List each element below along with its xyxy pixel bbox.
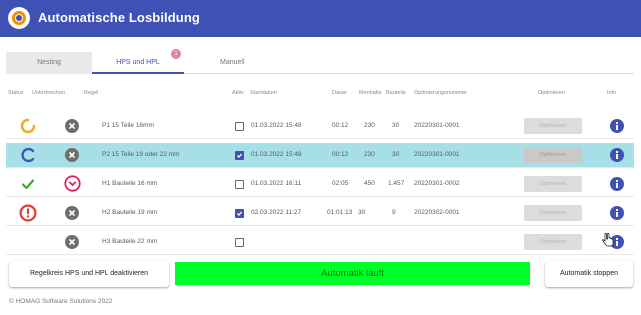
column-header-count1: Menhalte	[359, 90, 382, 96]
count-2: 30	[392, 122, 400, 129]
optimization-number: 20220302-0001	[414, 209, 460, 216]
table-row[interactable]: H2 Bauteile 19 mm 02.03.2022 11:27 01:01…	[6, 201, 634, 226]
info-icon[interactable]	[609, 176, 625, 192]
column-header-interrupt: Unterbrechen	[32, 90, 66, 96]
table-row[interactable]: H3 Bauteile 22 mm Optimieren	[6, 230, 634, 255]
check-icon	[236, 211, 243, 216]
error-icon	[19, 204, 37, 222]
column-header-opt-number: Optimierungsnummer	[414, 90, 467, 96]
active-checkbox[interactable]	[235, 238, 244, 247]
start-date: 01.03.2022 15:48	[251, 151, 302, 158]
duration: 02:05	[332, 180, 349, 187]
hand-cursor-icon	[602, 233, 614, 247]
start-date: 01.03.2022 16:11	[251, 180, 302, 187]
deactivate-rule-button[interactable]: Regelkreis HPS und HPL deaktivieren	[9, 261, 169, 287]
active-checkbox[interactable]	[235, 151, 244, 160]
duration: 00:12	[332, 151, 349, 158]
rule-name: P1 15 Teile 16mm	[102, 122, 154, 129]
optimization-number: 20220301-0001	[414, 151, 460, 158]
column-header-active: Aktiv	[232, 90, 244, 96]
info-icon[interactable]	[609, 147, 625, 163]
app-logo-icon	[8, 7, 30, 29]
check-icon	[236, 153, 243, 158]
rule-name: P2 15 Teile 19 oder 22 mm	[102, 151, 180, 158]
close-circle-icon[interactable]	[64, 205, 80, 221]
close-circle-icon[interactable]	[64, 147, 80, 163]
column-header-start: Startdatum	[250, 90, 277, 96]
duration: 01:01:13	[327, 209, 353, 216]
optimize-button[interactable]: Optimieren	[524, 234, 582, 250]
table-row[interactable]: P1 15 Teile 16mm 01.03.2022 15:48 00:12 …	[6, 114, 634, 139]
count-1: 30	[358, 209, 366, 216]
rule-name: H3 Bauteile 22 mm	[102, 238, 158, 245]
spinner-orange-icon	[20, 118, 36, 134]
start-date: 02.03.2022 11:27	[251, 209, 302, 216]
tab-nesting[interactable]: Nesting	[6, 52, 92, 74]
optimize-button[interactable]: Optimieren	[524, 176, 582, 192]
optimize-button[interactable]: Optimieren	[524, 147, 582, 163]
optimization-number: 20220301-0002	[414, 180, 460, 187]
duration: 00:12	[332, 122, 349, 129]
stop-automation-button[interactable]: Automatik stoppen	[545, 261, 633, 287]
tab-bar: Nesting HPS und HPL Manuell	[6, 52, 634, 74]
tab-manuell[interactable]: Manuell	[184, 52, 276, 74]
spinner-blue-icon	[21, 147, 35, 163]
notification-badge: 1	[171, 49, 181, 59]
close-circle-icon[interactable]	[64, 118, 80, 134]
optimize-button[interactable]: Optimieren	[524, 118, 582, 134]
table-row[interactable]: H1 Bauteile 16 mm 01.03.2022 16:11 02:05…	[6, 172, 634, 197]
count-1: 230	[364, 151, 375, 158]
app-title: Automatische Losbildung	[38, 10, 200, 25]
chevron-down-circle-icon[interactable]	[64, 175, 81, 192]
rule-name: H2 Bauteile 19 mm	[102, 209, 158, 216]
count-1: 230	[364, 122, 375, 129]
column-header-status: Status	[8, 90, 24, 96]
table-row[interactable]: P2 15 Teile 19 oder 22 mm 01.03.2022 15:…	[6, 143, 634, 168]
count-2: 9	[392, 209, 396, 216]
footer-copyright: © HOMAG Software Solutions 2022	[9, 298, 113, 305]
automation-status-bar: Automatik läuft	[175, 262, 530, 285]
column-header-count2: Bauteile	[386, 90, 406, 96]
optimization-number: 20220301-0001	[414, 122, 460, 129]
count-1: 450	[364, 180, 375, 187]
column-header-rule: Regel	[84, 90, 99, 96]
rule-name: H1 Bauteile 16 mm	[102, 180, 158, 187]
column-header-duration: Dauer	[332, 90, 347, 96]
info-icon[interactable]	[609, 118, 625, 134]
title-bar: Automatische Losbildung	[0, 0, 641, 37]
optimize-button[interactable]: Optimieren	[524, 205, 582, 221]
column-header-optimize: Optimieren	[538, 90, 565, 96]
active-checkbox[interactable]	[235, 180, 244, 189]
active-checkbox[interactable]	[235, 122, 244, 131]
checkmark-icon	[21, 179, 35, 190]
column-header-info: Info	[607, 90, 617, 96]
info-icon[interactable]	[609, 205, 625, 221]
start-date: 01.03.2022 15:48	[251, 122, 302, 129]
count-2: 1.457	[388, 180, 405, 187]
active-checkbox[interactable]	[235, 209, 244, 218]
count-2: 30	[392, 151, 400, 158]
close-circle-icon[interactable]	[64, 234, 80, 250]
